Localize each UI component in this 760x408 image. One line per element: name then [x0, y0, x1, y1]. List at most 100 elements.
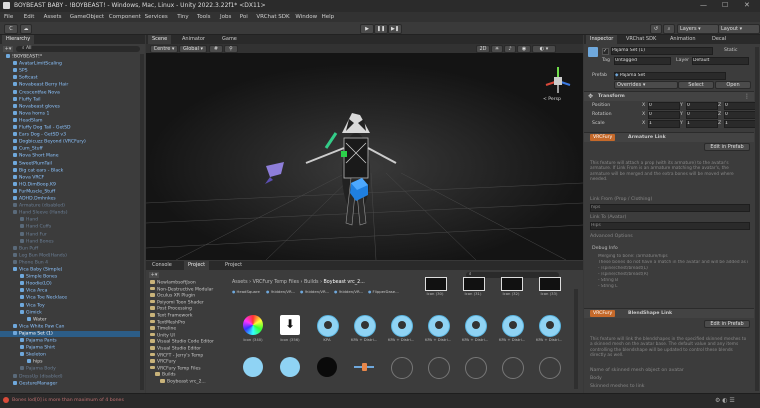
hierarchy-row[interactable]: HQ.DimBoop.K9	[0, 181, 140, 188]
menu-item-file[interactable]: File	[4, 14, 13, 20]
transform-header[interactable]: ✥ Transform ⋮	[584, 91, 754, 101]
folder-item[interactable]: Poiyomi Toon Shader	[150, 299, 230, 306]
minimize-button[interactable]: —	[700, 1, 707, 9]
global-dropdown[interactable]: Global ▾	[179, 45, 207, 53]
hierarchy-row[interactable]: Gimick	[0, 309, 140, 316]
hierarchy-row[interactable]: HeadSlam	[0, 117, 140, 124]
asset-item[interactable]: ● !hidden/VR...	[300, 289, 329, 294]
scale-z-field[interactable]: 1	[724, 120, 756, 128]
x-axis-label[interactable]: X	[642, 112, 645, 117]
step-button[interactable]: ▶❚	[388, 24, 402, 34]
perspective-label[interactable]: < Persp	[543, 97, 561, 102]
grid-toggle[interactable]: #	[209, 45, 223, 53]
hierarchy-add-button[interactable]: +▾	[3, 46, 13, 52]
menu-item-edit[interactable]: Edit	[24, 14, 35, 20]
rotation-x-field[interactable]: 0	[648, 111, 680, 119]
folder-item[interactable]: VRCFury Temp Files	[150, 365, 230, 372]
asset-item[interactable]: Icon (340)	[240, 315, 266, 349]
status-message[interactable]: Bones lod[0] is more than maximum of 4 b…	[12, 398, 124, 403]
hierarchy-row[interactable]: Fluffy Dog Tail - GetSD	[0, 125, 140, 131]
play-button[interactable]: ▶	[360, 24, 374, 34]
audio-toggle[interactable]: ♪	[504, 45, 516, 53]
cloud-button[interactable]: ☁	[20, 24, 32, 34]
asset-item[interactable]: ● !hidden/VR...	[266, 289, 295, 294]
folder-item[interactable]: VRCFT - Jerry's Temp	[150, 352, 230, 359]
hierarchy-row[interactable]: Nova horns 1	[0, 110, 140, 117]
tab-console[interactable]: Console	[148, 261, 176, 270]
hierarchy-row[interactable]: Crescentfae Nova	[0, 89, 140, 96]
asset-item[interactable]: Icon (31)	[460, 277, 486, 311]
ring-icon[interactable]	[539, 357, 561, 379]
hierarchy-row[interactable]: Big cat ears - Black	[0, 167, 140, 174]
hierarchy-row[interactable]: Nova Short Mane	[0, 153, 140, 159]
hierarchy-row[interactable]: Softcast	[0, 75, 140, 81]
folder-item[interactable]: Text Framework	[150, 313, 230, 319]
hierarchy-row[interactable]: Phone Bun 4	[0, 259, 140, 266]
overrides-dropdown[interactable]: Overrides ▾	[614, 81, 678, 89]
edit-in-prefab-button-2[interactable]: Edit in Prefab	[704, 320, 750, 328]
avatar-icon[interactable]	[243, 357, 263, 377]
breadcrumb-item[interactable]: VRCFury Temp Files	[253, 280, 299, 285]
rotation-z-field[interactable]: 0	[724, 111, 756, 119]
hierarchy-row[interactable]: Pajama Shirt	[0, 345, 140, 351]
asset-item[interactable]: Icon (30)	[422, 277, 448, 311]
hierarchy-row[interactable]: Ears Dog - GetSD v3	[0, 132, 140, 138]
ring-icon[interactable]	[428, 357, 450, 379]
z-axis-label[interactable]: Z	[718, 103, 721, 108]
menu-item-vrchat-sdk[interactable]: VRChat SDK	[256, 14, 289, 20]
folder-item[interactable]: Visual Studio Code Editor	[150, 339, 230, 345]
z-axis-label[interactable]: Z	[718, 121, 721, 126]
hierarchy-row[interactable]: Hand Cuffs	[0, 224, 140, 230]
pause-button[interactable]: ❚❚	[374, 24, 388, 34]
hierarchy-row[interactable]: Novabeast gloves	[0, 103, 140, 110]
asset-item[interactable]: KPA	[314, 315, 340, 349]
hierarchy-row[interactable]: ADHD.Dmhnkes	[0, 196, 140, 202]
blendshape-link-header[interactable]: VRCFury BlendShape Link	[584, 308, 754, 318]
tab-project[interactable]: Project	[184, 261, 210, 270]
advanced-options-foldout[interactable]: Advanced Options	[590, 234, 633, 239]
gizmos-dropdown[interactable]: ◉	[517, 45, 531, 53]
menu-item-help[interactable]: Help	[322, 14, 335, 20]
hierarchy-row[interactable]: Simple Bones	[0, 274, 140, 280]
hierarchy-search-input[interactable]: ⌕ All	[16, 46, 140, 52]
static-label[interactable]: Static	[724, 48, 737, 53]
hierarchy-row[interactable]: Bun Puff	[0, 245, 140, 252]
close-button[interactable]: ✕	[744, 1, 750, 9]
menu-item-poi[interactable]: Poi	[240, 14, 248, 20]
folder-item[interactable]: Boybeast vrc_2...	[160, 379, 240, 385]
layer-dropdown[interactable]: Default	[692, 57, 749, 65]
hierarchy-row[interactable]: Vica Arca	[0, 288, 140, 294]
tab-animation[interactable]: Animation	[666, 35, 700, 44]
open-button[interactable]: Open	[715, 81, 751, 89]
snap-toggle[interactable]: ⚲	[224, 45, 238, 53]
asset-item[interactable]: KPA + Distri...	[351, 315, 377, 349]
hierarchy-row[interactable]: Hand Bones	[0, 238, 140, 245]
select-button[interactable]: Select	[678, 81, 714, 89]
asset-item[interactable]: KPA + Distri...	[462, 315, 488, 349]
hierarchy-row[interactable]: DressUp (disabled)	[0, 373, 140, 380]
hierarchy-row[interactable]: Hand Sleeve (Hands)	[0, 210, 140, 216]
hierarchy-row[interactable]: Armature (disabled)	[0, 203, 140, 209]
tab-animator[interactable]: Animator	[178, 35, 209, 44]
hierarchy-row[interactable]: Hand	[0, 217, 140, 223]
asset-item[interactable]: ● HeadSquare	[232, 289, 260, 294]
folder-item[interactable]: Post Processing	[150, 306, 230, 312]
hierarchy-row[interactable]: Fluffy Tail	[0, 96, 140, 103]
toggle-2d-button[interactable]: 2D	[476, 45, 490, 53]
hierarchy-row[interactable]: AvatarLimitScaling	[0, 61, 140, 67]
hierarchy-row[interactable]: GestureManager	[0, 380, 140, 387]
y-axis-label[interactable]: Y	[680, 103, 683, 108]
hierarchy-row[interactable]: Cum_Stuff	[0, 146, 140, 152]
hierarchy-row[interactable]: Vica Toe Necklace	[0, 295, 140, 301]
asset-item[interactable]: KPA + Distri...	[499, 315, 525, 349]
menu-item-assets[interactable]: Assets	[44, 14, 62, 20]
position-z-field[interactable]: 0	[724, 102, 756, 110]
folder-item[interactable]: Non-Destructive Modular	[150, 286, 230, 293]
asset-item[interactable]: KPA + Distri...	[388, 315, 414, 349]
menu-item-window[interactable]: Window	[295, 14, 317, 20]
asset-item[interactable]: KPA + Distri...	[425, 315, 451, 349]
hierarchy-row[interactable]: FurMuscle_Stuff	[0, 188, 140, 195]
folder-item[interactable]: TextMeshPro	[150, 319, 230, 326]
hierarchy-row[interactable]: hips	[0, 359, 140, 365]
position-y-field[interactable]: 0	[686, 102, 718, 110]
